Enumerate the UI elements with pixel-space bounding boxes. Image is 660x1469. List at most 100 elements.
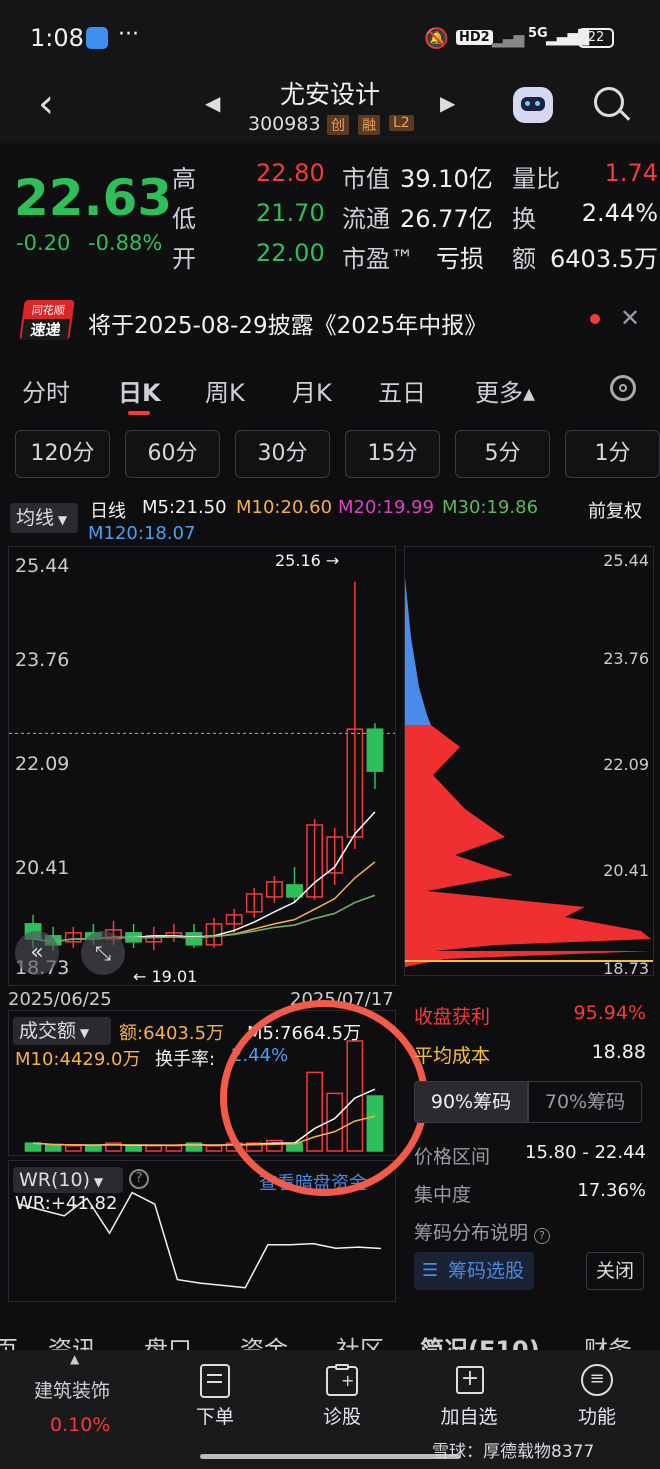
nav-functions[interactable]: 功能 [552,1402,642,1429]
nav-order[interactable]: 下单 [170,1402,260,1429]
l2-badge: L2 [389,115,414,131]
pe-value: 亏损 [436,245,484,273]
tab-intraday[interactable]: 分时 [22,373,70,408]
list-icon: ☰ [422,1260,439,1281]
sector-pct: 0.10% [50,1414,111,1436]
volume-bar [145,1145,163,1152]
mktcap-value: 39.10亿 [400,165,493,193]
min-60-button[interactable]: 60分 [125,430,220,478]
price-change: -0.20 [16,231,71,255]
min-120-button[interactable]: 120分 [15,430,110,478]
price-range-value: 15.80 - 22.44 [525,1142,646,1163]
profit-label: 收盘获利 [414,1006,491,1028]
turnover-value: 2.44% [581,199,658,227]
tab-chip-70[interactable]: 70%筹码 [528,1081,642,1123]
low-mark-label: ← 19.01 [133,967,198,986]
clock: 1:08 [30,24,84,52]
y-tick: 22.09 [15,753,70,775]
date-start: 2025/06/25 [8,989,112,1010]
chip-y-tick: 18.73 [603,959,649,978]
quote-panel: 22.63 -0.20 -0.88% 高 低 开 22.80 21.70 22.… [0,143,660,283]
unread-dot [590,314,600,324]
fullscreen-icon[interactable]: ⤡ [81,931,125,975]
open-label: 开 [172,245,196,273]
price-range-label: 价格区间 [414,1146,491,1168]
min-1-button[interactable]: 1分 [565,430,660,478]
low-value: 21.70 [256,199,325,227]
volume-bar [165,1145,183,1152]
volume-ma10: M10:4429.0万 [15,1049,141,1070]
expand-left-icon[interactable]: « [15,931,59,975]
volume-amount: 额:6403.5万 [119,1023,225,1044]
signal-icon: ▂▄▆ [492,32,525,48]
next-stock-icon[interactable]: ▶ [440,91,455,115]
announcement-banner[interactable]: 同花顺 速递 将于2025-08-29披露《2025年中报》 ✕ [0,288,660,352]
more-notifications-icon: ··· [118,22,139,47]
stock-name: 尤安设计 [279,80,380,109]
tab-five-day[interactable]: 五日 [378,373,426,408]
home-indicator [200,1454,460,1459]
tab-monthly-k[interactable]: 月K [292,373,332,408]
ma10-value: M10:20.60 [236,497,333,518]
turnover-rate-label: 换手率: [155,1049,216,1070]
sector-name[interactable]: 建筑装饰 [34,1376,110,1403]
help-icon[interactable]: ? [129,1169,149,1189]
chip-select-button[interactable]: ☰ 筹码选股 [414,1252,534,1290]
chuang-badge: 创 [327,115,349,135]
hd-badge: HD2 [456,30,493,45]
ma5-line [32,811,376,943]
low-label: 低 [172,205,196,233]
announcement-text: 将于2025-08-29披露《2025年中报》 [88,313,488,339]
candle-body [286,884,303,898]
sector-up-icon: ▲ [70,1352,80,1366]
nav-diagnose[interactable]: 诊股 [297,1402,387,1429]
highlight-circle [220,1000,428,1196]
tab-daily-k[interactable]: 日K [118,373,161,408]
add-watchlist-icon[interactable]: + [456,1366,484,1394]
volume-selector[interactable]: 成交额 ▼ [13,1017,111,1045]
chip-explain-link[interactable]: 筹码分布说明 ? [414,1218,551,1245]
ma30-value: M30:19.86 [442,497,539,518]
high-value: 22.80 [256,159,325,187]
wr-value: WR:+41.82 [15,1193,118,1214]
ma30-line [32,894,376,943]
y-tick: 20.41 [15,857,70,879]
min-5-button[interactable]: 5分 [455,430,550,478]
concentration-label: 集中度 [414,1184,472,1206]
assistant-robot-icon[interactable] [513,87,553,123]
wr-selector[interactable]: WR(10) ▼ [13,1167,123,1193]
float-value: 26.77亿 [400,205,493,233]
rong-badge: 融 [358,115,380,135]
ma120-value: M120:18.07 [88,523,196,544]
high-mark-label: 25.16 → [275,551,340,570]
search-icon[interactable] [594,87,631,121]
ma-selector[interactable]: 均线 ▼ [10,503,78,533]
avg-cost-value: 18.88 [591,1041,646,1063]
order-icon[interactable] [200,1364,230,1398]
volume-bar [125,1145,143,1152]
settings-icon[interactable] [610,375,636,401]
kline-panel[interactable]: 25.44 23.76 22.09 20.41 18.73 25.16 → ← … [8,546,396,986]
ma-period: 日线 [90,501,126,522]
ma10-line [32,861,376,943]
chip-close-button[interactable]: 关闭 [586,1252,644,1290]
close-icon[interactable]: ✕ [620,304,640,332]
min-15-button[interactable]: 15分 [345,430,440,478]
nav-add-watchlist[interactable]: 加自选 [424,1402,514,1429]
adjust-mode[interactable]: 前复权 [588,497,642,523]
chip-y-tick: 25.44 [603,551,649,570]
tab-chip-90[interactable]: 90%筹码 [414,1081,528,1123]
ma20-line [32,894,376,943]
ma-selector-label: 均线 [16,507,55,529]
menu-icon[interactable]: ≡ [581,1364,613,1396]
tab-weekly-k[interactable]: 周K [205,373,245,408]
tab-more[interactable]: 更多▴ [475,373,535,408]
open-value: 22.00 [256,239,325,267]
min-30-button[interactable]: 30分 [235,430,330,478]
status-bar: 1:08 ··· 🔕 HD2 ▂▄▆ 5G ▂▄▆█ 22 [0,0,660,75]
diagnose-icon[interactable]: + [326,1364,358,1396]
mktcap-label: 市值 [342,165,390,193]
chip-panel[interactable]: 25.44 23.76 22.09 20.41 18.73 [404,546,654,978]
watermark: 雪球：厚德载物8377 [432,1442,595,1462]
period-tabs: 分时 日K 周K 月K 五日 更多▴ [0,357,660,417]
